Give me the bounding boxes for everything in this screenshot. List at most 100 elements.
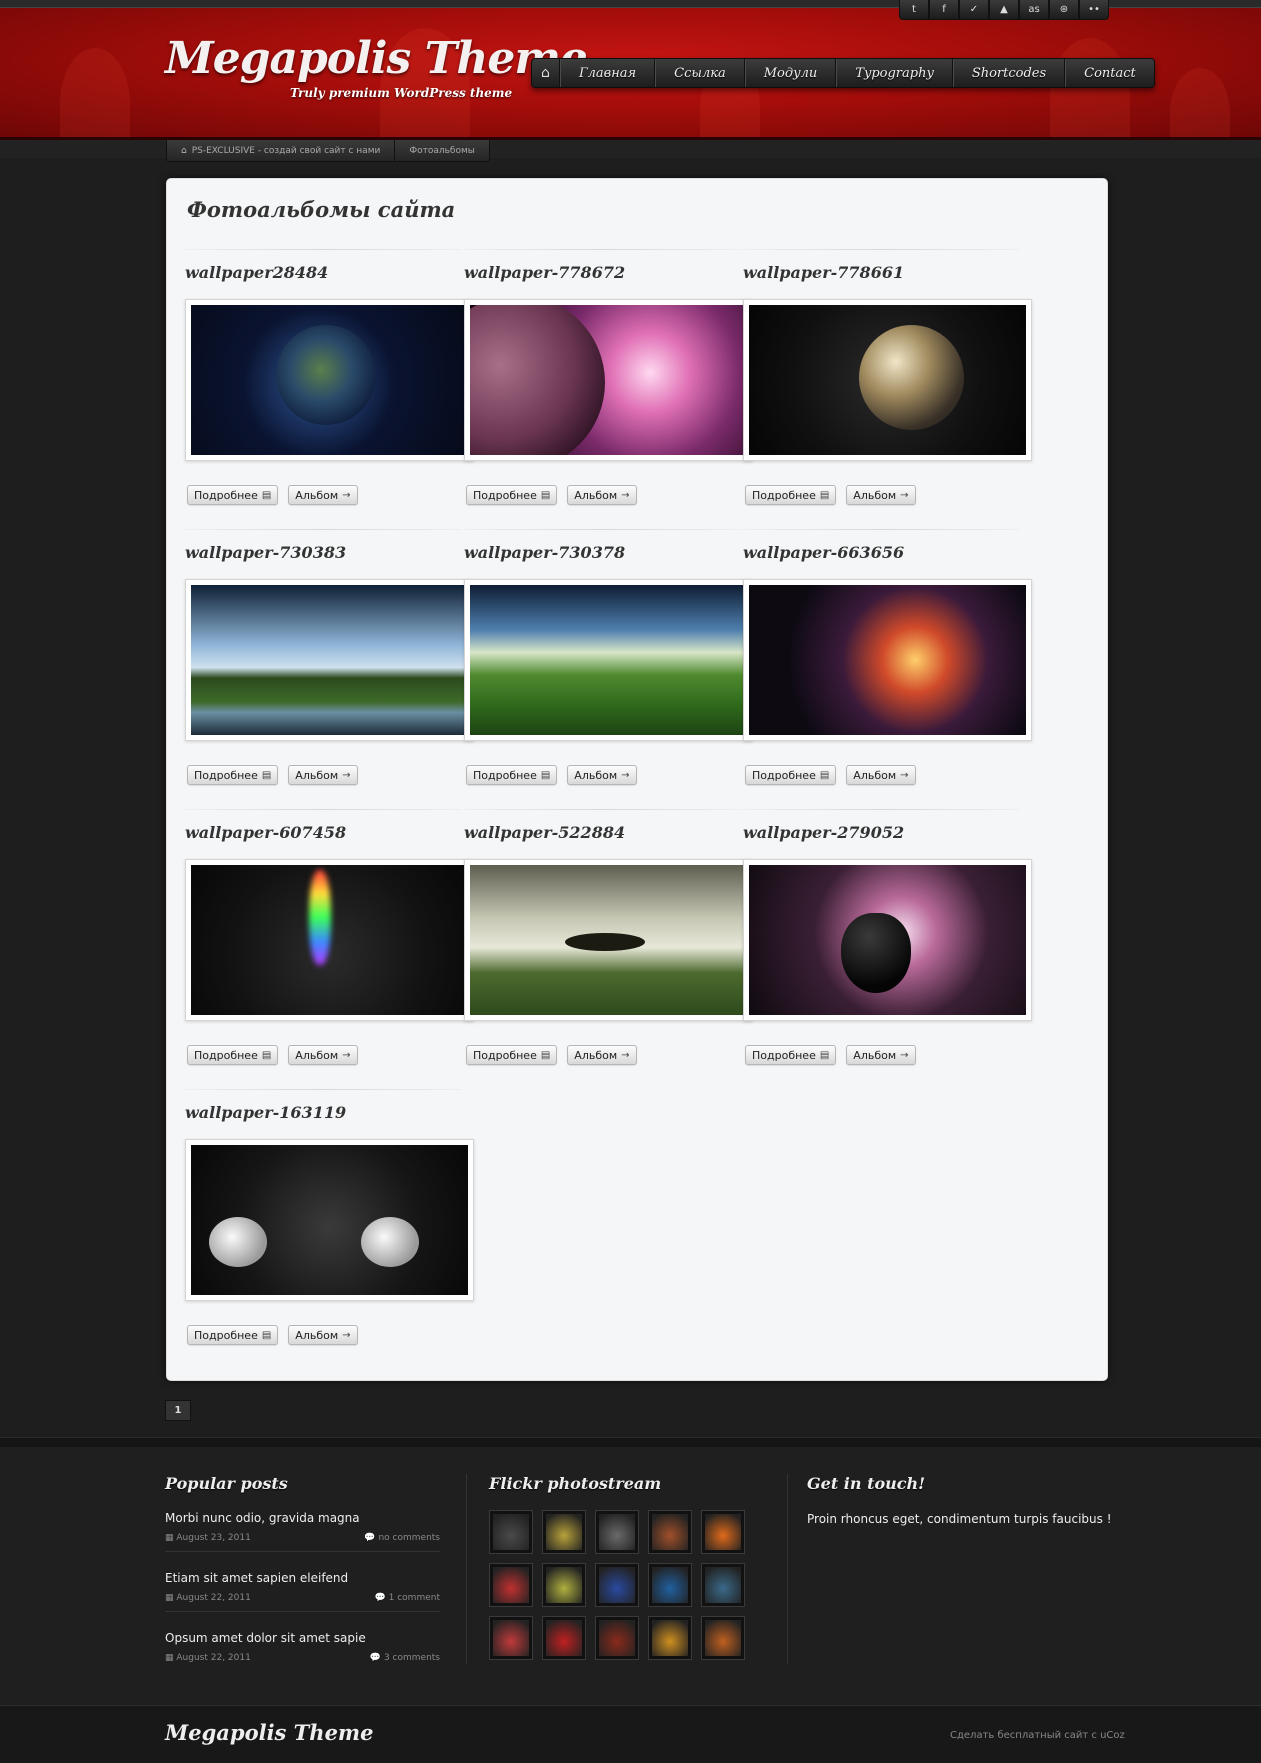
popular-post-title[interactable]: Etiam sit amet sapien eleifend: [165, 1571, 440, 1585]
album-title[interactable]: wallpaper-607458: [185, 823, 346, 842]
tumblr-icon[interactable]: t: [899, 0, 929, 20]
flickr-thumbnail[interactable]: [701, 1563, 745, 1607]
flickr-thumbnail[interactable]: [701, 1616, 745, 1660]
album-thumbnail[interactable]: [470, 585, 747, 735]
album-title[interactable]: wallpaper-522884: [464, 823, 625, 842]
flickr-thumbnail[interactable]: [595, 1563, 639, 1607]
album-thumbnail[interactable]: [749, 865, 1026, 1015]
dribbble-icon[interactable]: ⊛: [1049, 0, 1079, 20]
album-thumbnail-frame[interactable]: [743, 299, 1032, 461]
album-actions: Подробнее ▤ Альбом →: [466, 485, 637, 505]
album-more-button[interactable]: Подробнее ▤: [187, 485, 279, 505]
album-thumbnail[interactable]: [191, 305, 468, 455]
flickr-thumbnail[interactable]: [648, 1616, 692, 1660]
album-title[interactable]: wallpaper-730383: [185, 543, 346, 562]
album-divider: [464, 249, 740, 250]
popular-post-title[interactable]: Morbi nunc odio, gravida magna: [165, 1511, 440, 1525]
album-title[interactable]: wallpaper-279052: [743, 823, 904, 842]
flickr-thumbnail[interactable]: [701, 1510, 745, 1554]
footer-copyright-link[interactable]: Сделать бесплатный сайт с uCoz: [950, 1730, 1125, 1741]
album-more-button[interactable]: Подробнее ▤: [466, 765, 558, 785]
album-title[interactable]: wallpaper-663656: [743, 543, 904, 562]
breadcrumb-home[interactable]: ⌂ PS-EXCLUSIVE - создай свой сайт с нами: [167, 140, 394, 161]
album-thumbnail[interactable]: [749, 585, 1026, 735]
album-open-button[interactable]: Альбом →: [288, 765, 358, 785]
flickr-thumbnail[interactable]: [489, 1563, 533, 1607]
album-thumbnail-frame[interactable]: [464, 579, 753, 741]
flickr-thumbnail[interactable]: [595, 1616, 639, 1660]
twitter-icon[interactable]: ✓: [959, 0, 989, 20]
breadcrumb-site-link[interactable]: PS-EXCLUSIVE - создай свой сайт с нами: [192, 146, 381, 156]
flickr-thumbnail[interactable]: [595, 1510, 639, 1554]
popular-post-comments[interactable]: no comments: [378, 1533, 440, 1543]
album-more-button[interactable]: Подробнее ▤: [187, 765, 279, 785]
album-more-button[interactable]: Подробнее ▤: [745, 1045, 837, 1065]
flickr-thumbnail[interactable]: [489, 1616, 533, 1660]
popular-post-meta: ▦ August 22, 2011 💬 3 comments: [165, 1653, 440, 1663]
album-open-button[interactable]: Альбом →: [288, 485, 358, 505]
album-title[interactable]: wallpaper-778672: [464, 263, 625, 282]
album-open-button[interactable]: Альбом →: [846, 1045, 916, 1065]
arrow-right-icon: →: [900, 489, 909, 501]
album-title[interactable]: wallpaper28484: [185, 263, 328, 282]
album-open-button[interactable]: Альбом →: [288, 1325, 358, 1345]
flickr-thumbnail[interactable]: [542, 1616, 586, 1660]
popular-post-title[interactable]: Opsum amet dolor sit amet sapie: [165, 1631, 440, 1645]
footer-column-divider: [787, 1474, 788, 1664]
nav-item-link[interactable]: Ссылка: [655, 59, 745, 87]
home-icon[interactable]: ⌂: [532, 59, 560, 87]
album-title[interactable]: wallpaper-730378: [464, 543, 625, 562]
album-open-button[interactable]: Альбом →: [567, 765, 637, 785]
footer-logo[interactable]: Megapolis Theme: [165, 1720, 374, 1745]
album-thumbnail-frame[interactable]: [464, 299, 753, 461]
nav-item-home[interactable]: Главная: [560, 59, 656, 87]
album-thumbnail-frame[interactable]: [464, 859, 753, 1021]
album-thumbnail-frame[interactable]: [743, 859, 1032, 1021]
album-thumbnail[interactable]: [191, 1145, 468, 1295]
album-thumbnail-frame[interactable]: [185, 579, 474, 741]
album-thumbnail-frame[interactable]: [185, 1139, 474, 1301]
document-icon: ▤: [819, 769, 830, 781]
facebook-icon[interactable]: f: [929, 0, 959, 20]
album-thumbnail[interactable]: [191, 865, 468, 1015]
flickr-icon[interactable]: ••: [1079, 0, 1109, 20]
album-thumbnail-frame[interactable]: [743, 579, 1032, 741]
flickr-thumbnail[interactable]: [648, 1563, 692, 1607]
album-title[interactable]: wallpaper-778661: [743, 263, 904, 282]
nav-item-shortcodes[interactable]: Shortcodes: [952, 59, 1066, 87]
album-open-button[interactable]: Альбом →: [288, 1045, 358, 1065]
album-more-button[interactable]: Подробнее ▤: [745, 485, 837, 505]
lastfm-icon[interactable]: as: [1019, 0, 1049, 20]
nav-item-modules[interactable]: Модули: [744, 59, 837, 87]
flickr-thumbnail[interactable]: [542, 1510, 586, 1554]
popular-post-comments[interactable]: 1 comment: [389, 1593, 440, 1603]
album-thumbnail[interactable]: [749, 305, 1026, 455]
album-more-button[interactable]: Подробнее ▤: [745, 765, 837, 785]
album-more-button[interactable]: Подробнее ▤: [187, 1045, 279, 1065]
flickr-thumbnail[interactable]: [542, 1563, 586, 1607]
album-open-button[interactable]: Альбом →: [846, 765, 916, 785]
album-thumbnail[interactable]: [191, 585, 468, 735]
pagination-page-1[interactable]: 1: [165, 1400, 191, 1421]
album-open-label: Альбом: [295, 488, 339, 502]
album-more-button[interactable]: Подробнее ▤: [466, 485, 558, 505]
album-thumbnail[interactable]: [470, 865, 747, 1015]
flickr-thumbnail[interactable]: [489, 1510, 533, 1554]
nav-item-typography[interactable]: Typography: [836, 59, 953, 87]
site-logo[interactable]: Megapolis Theme: [165, 33, 588, 84]
album-more-button[interactable]: Подробнее ▤: [466, 1045, 558, 1065]
album-open-button[interactable]: Альбом →: [846, 485, 916, 505]
album-open-button[interactable]: Альбом →: [567, 1045, 637, 1065]
album-title[interactable]: wallpaper-163119: [185, 1103, 346, 1122]
deviantart-icon[interactable]: ▲: [989, 0, 1019, 20]
album-thumbnail[interactable]: [470, 305, 747, 455]
nav-item-contact[interactable]: Contact: [1065, 59, 1154, 87]
album-divider: [743, 529, 1019, 530]
album-thumbnail-frame[interactable]: [185, 859, 474, 1021]
album-more-label: Подробнее: [473, 1048, 537, 1062]
flickr-thumbnail[interactable]: [648, 1510, 692, 1554]
popular-post-comments[interactable]: 3 comments: [384, 1653, 440, 1663]
album-more-button[interactable]: Подробнее ▤: [187, 1325, 279, 1345]
album-thumbnail-frame[interactable]: [185, 299, 474, 461]
album-open-button[interactable]: Альбом →: [567, 485, 637, 505]
